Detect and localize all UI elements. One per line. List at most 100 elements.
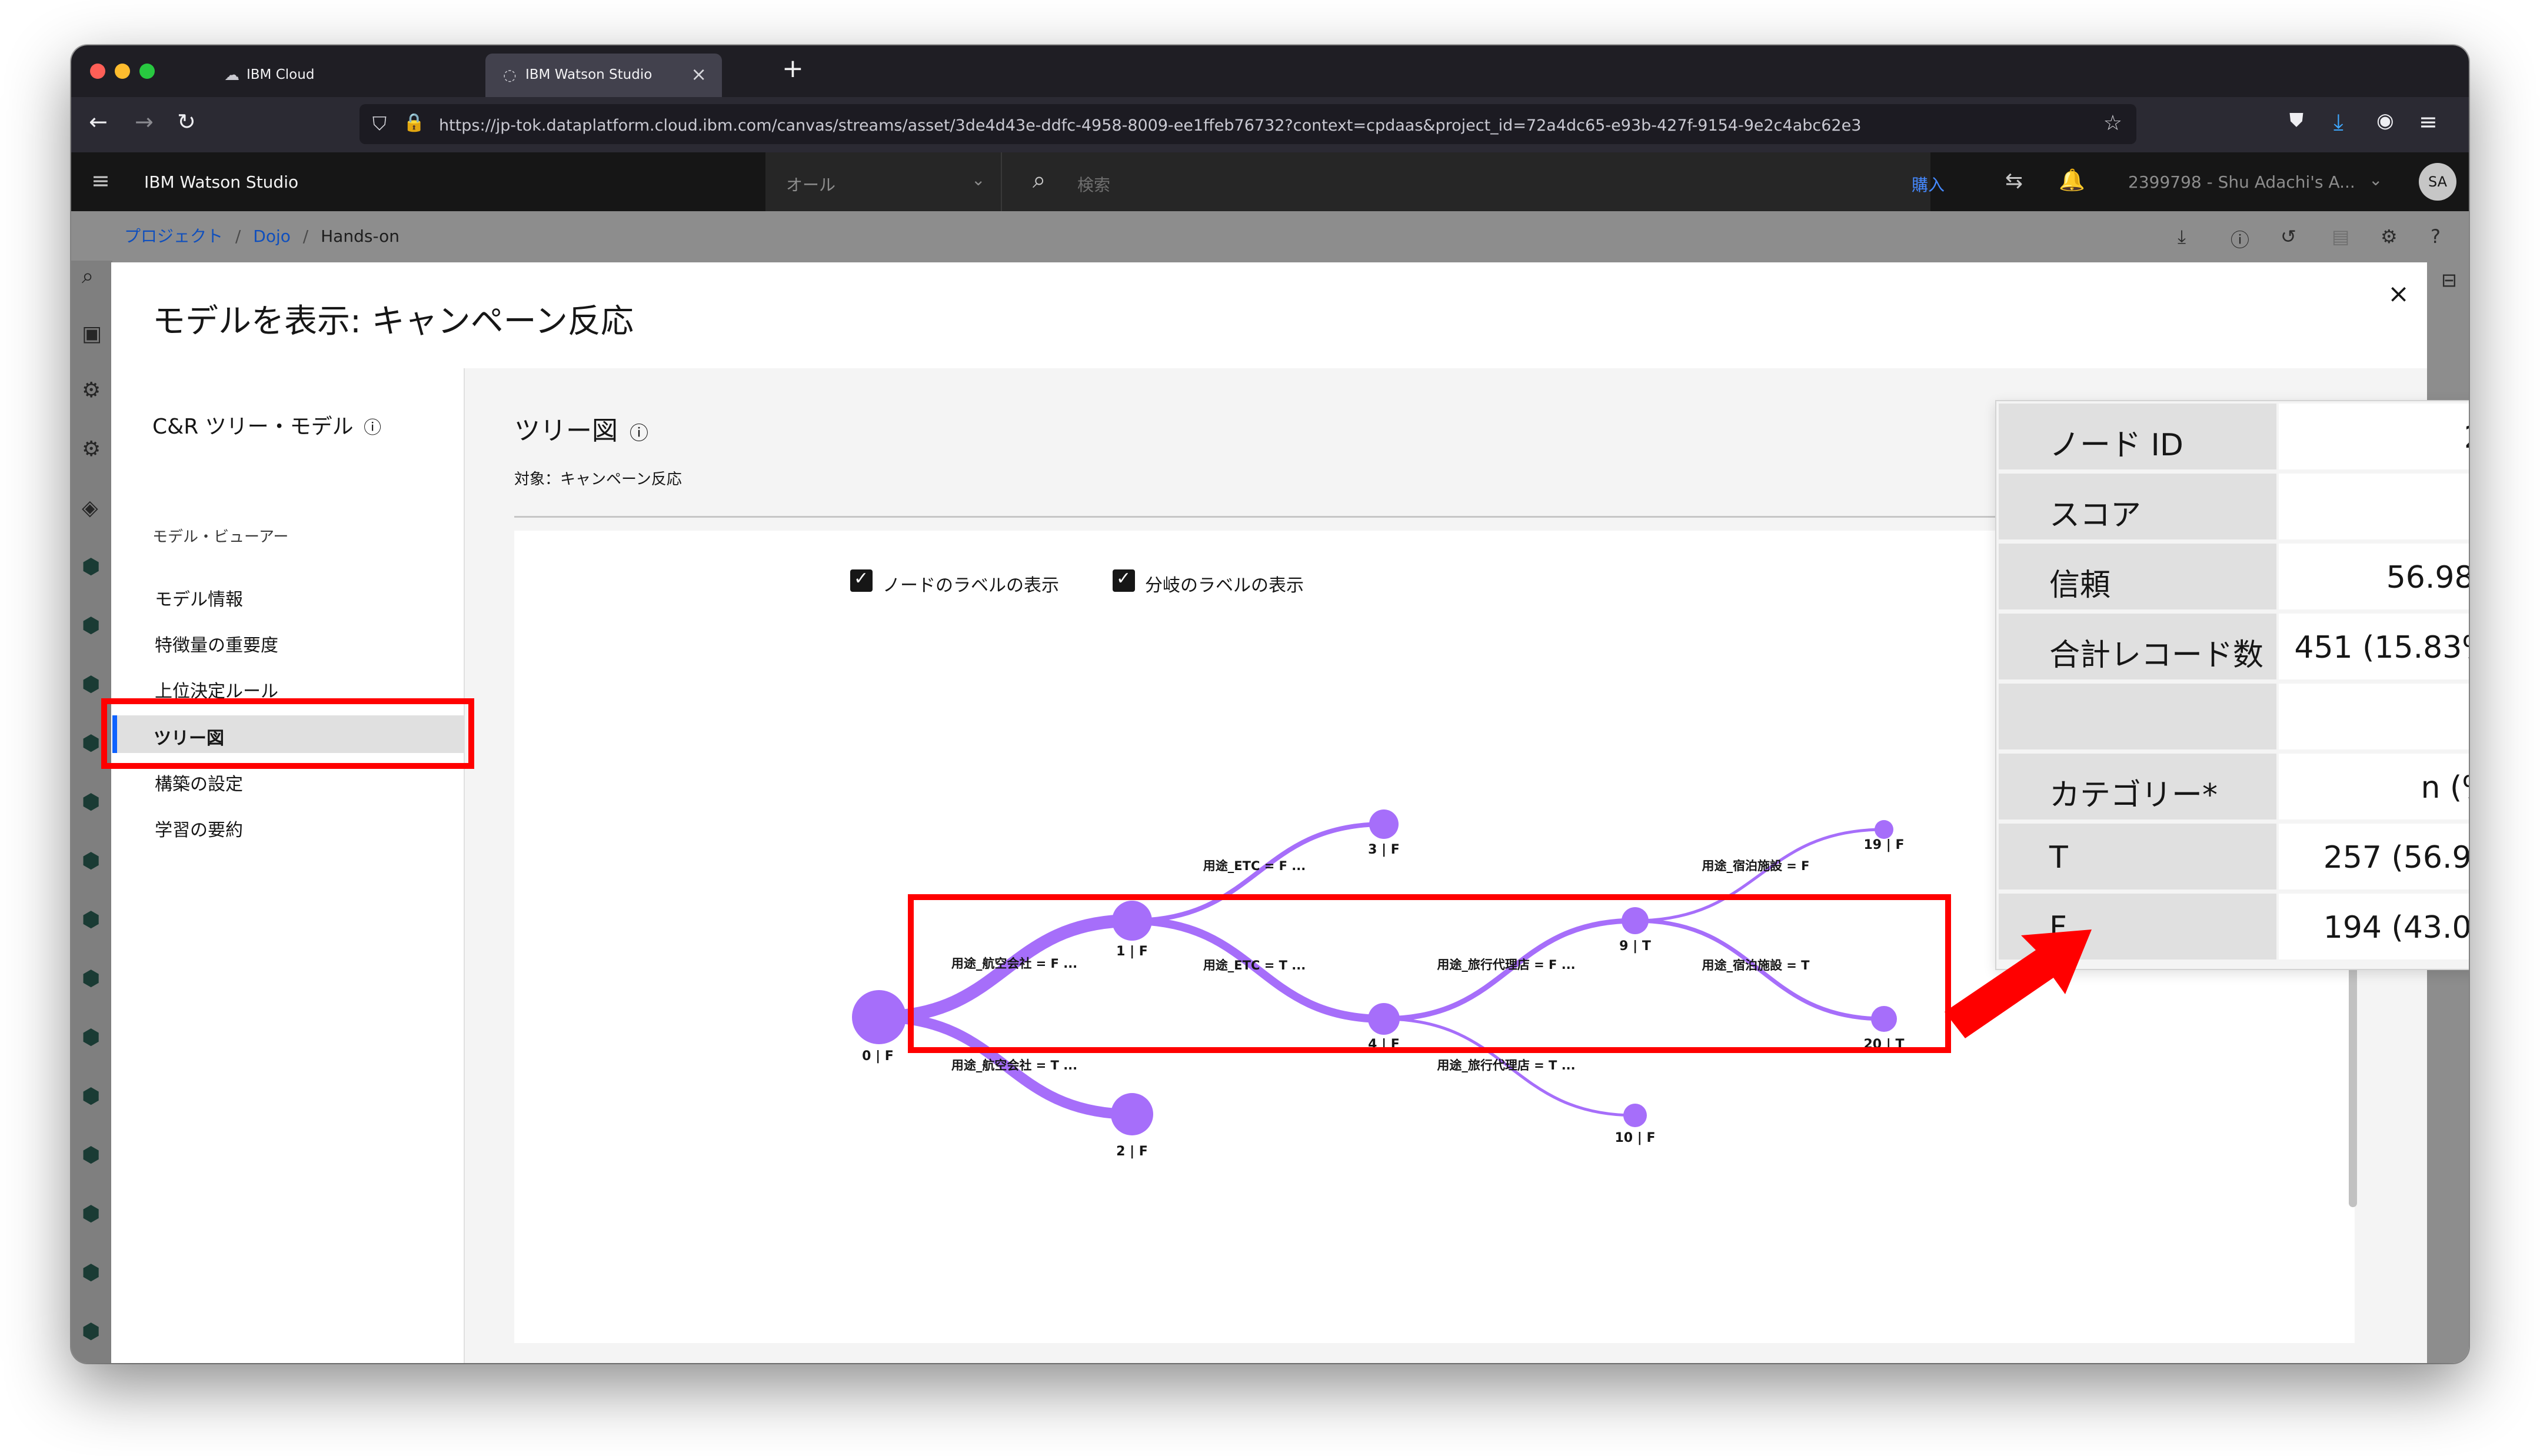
node-label: 1 | F	[1116, 944, 1148, 959]
branch-label: 用途_旅行代理店 = F ...	[1437, 958, 1575, 972]
nav-item-tree-diagram[interactable]: ツリー図	[112, 715, 464, 753]
model-node-icon[interactable]: ⬢	[82, 1202, 100, 1226]
comment-icon[interactable]: ▤	[2332, 225, 2349, 248]
detail-row: カテゴリー* n (%)	[1996, 751, 2469, 821]
avatar[interactable]: SA	[2419, 163, 2456, 201]
nav-item-build-settings[interactable]: 構築の設定	[115, 761, 462, 799]
scope-dropdown[interactable]: オール	[786, 172, 835, 196]
tree-branch	[1634, 828, 1885, 922]
detail-row: ノード ID 20	[1996, 401, 2469, 471]
model-node-icon[interactable]: ⬢	[82, 849, 100, 873]
search-input[interactable]: 検索	[1077, 172, 1110, 196]
notification-bell-icon[interactable]: 🔔	[2059, 168, 2085, 192]
breadcrumb-project[interactable]: プロジェクト	[124, 226, 223, 246]
section-subtitle: 対象：キャンペーン反応	[514, 471, 682, 488]
tree-node[interactable]	[852, 990, 906, 1044]
back-icon[interactable]: ←	[89, 109, 108, 135]
model-node-icon[interactable]: ⬢	[82, 967, 100, 991]
info-icon[interactable]: ⓘ	[364, 418, 381, 438]
bookmark-star-icon[interactable]: ☆	[2103, 111, 2122, 135]
node-label: 19 | F	[1864, 838, 1905, 852]
help-icon[interactable]: ?	[2431, 225, 2441, 248]
node-label: 20 | T	[1864, 1037, 1905, 1052]
nav-item-training-summary[interactable]: 学習の要約	[115, 807, 462, 845]
search-icon: ⌕	[1033, 166, 1046, 194]
close-tab-icon[interactable]: ×	[691, 63, 707, 85]
detail-row: T 257 (56.98)	[1996, 821, 2469, 891]
panel-icon[interactable]: ⊟	[2441, 269, 2457, 291]
breadcrumb-current: Hands-on	[321, 226, 400, 246]
reload-icon[interactable]: ↻	[177, 109, 196, 135]
branch-label: 用途_ETC = T ...	[1203, 958, 1306, 972]
branch-label: 用途_航空会社 = F ...	[951, 957, 1077, 971]
info-icon[interactable]: ⓘ	[630, 422, 648, 444]
model-node-icon[interactable]: ⬢	[82, 908, 100, 932]
nav-item-model-info[interactable]: モデル情報	[115, 577, 462, 614]
tree-node[interactable]	[1871, 1006, 1897, 1032]
model-node-icon[interactable]: ⬢	[82, 1320, 100, 1344]
tree-node[interactable]	[1111, 1093, 1153, 1135]
hamburger-menu-icon[interactable]: ≡	[91, 168, 110, 194]
model-node-icon[interactable]: ⬢	[82, 731, 100, 755]
branch-label: 用途_宿泊施設 = F	[1702, 859, 1809, 873]
breadcrumb-dojo[interactable]: Dojo	[253, 226, 291, 246]
nav-subtitle: モデル・ビューアー	[152, 528, 289, 546]
search-icon[interactable]: ⌕	[82, 264, 94, 289]
tree-node[interactable]	[1622, 907, 1649, 934]
model-node-icon[interactable]: ⬢	[82, 1025, 100, 1049]
settings-icon[interactable]: ⚙	[82, 437, 101, 461]
model-node-icon[interactable]: ⬢	[82, 1084, 100, 1108]
detail-row	[1996, 681, 2469, 751]
nav-item-top-rules[interactable]: 上位決定ルール	[115, 668, 462, 706]
left-rail: ⌕ ▣ ⚙ ⚙ ◈ ⬢ ⬢ ⬢ ⬢ ⬢ ⬢ ⬢ ⬢ ⬢ ⬢ ⬢ ⬢ ⬢ ⬢	[71, 261, 112, 1363]
modal-title: モデルを表示: キャンペーン反応	[152, 302, 634, 341]
cloud-icon: ☁	[224, 66, 239, 84]
model-node-icon[interactable]: ⬢	[82, 672, 100, 697]
info-icon[interactable]: ⓘ	[2231, 225, 2249, 252]
address-bar[interactable]: ⛉ 🔒 https://jp-tok.dataplatform.cloud.ib…	[359, 104, 2136, 144]
account-switcher[interactable]: 2399798 - Shu Adachi's A...	[2128, 172, 2355, 192]
nav-item-feature-importance[interactable]: 特徴量の重要度	[115, 622, 462, 660]
section-title: ツリー図 ⓘ	[514, 416, 649, 446]
buy-link[interactable]: 購入	[1912, 172, 1945, 196]
divider	[514, 516, 2020, 518]
tree-node[interactable]	[1369, 809, 1399, 839]
new-tab-button[interactable]: +	[782, 54, 804, 84]
settings-icon[interactable]: ⚙	[82, 378, 101, 402]
node-palette-icon[interactable]: ▣	[82, 322, 102, 346]
signpost-icon[interactable]: ⇆	[2005, 169, 2023, 193]
model-node-icon[interactable]: ⬢	[82, 790, 100, 814]
download-icon[interactable]: ⤓	[2333, 109, 2343, 135]
app-name: IBM Watson Studio	[144, 172, 299, 192]
model-gem-icon[interactable]: ◈	[82, 496, 98, 520]
model-node-icon[interactable]: ⬢	[82, 614, 100, 638]
breadcrumb: プロジェクト / Dojo / Hands-on	[124, 226, 400, 246]
model-node-icon[interactable]: ⬢	[82, 1261, 100, 1285]
shield-icon: ⛉	[372, 112, 387, 135]
close-window-button[interactable]	[90, 64, 105, 79]
maximize-window-button[interactable]	[139, 64, 155, 79]
extension-icon[interactable]: ◉	[2376, 109, 2394, 132]
minimize-window-button[interactable]	[115, 64, 130, 79]
tab-watson-studio[interactable]: ◌ IBM Watson Studio ×	[485, 54, 722, 97]
tree-node[interactable]	[1623, 1104, 1647, 1127]
settings-icon[interactable]: ⚙	[2381, 225, 2398, 248]
tree-node[interactable]	[1875, 820, 1893, 839]
history-icon[interactable]: ↺	[2281, 225, 2296, 248]
tree-node[interactable]	[1368, 1003, 1400, 1035]
close-modal-button[interactable]: ×	[2388, 279, 2409, 309]
download-icon[interactable]: ⤓	[2178, 225, 2186, 248]
lock-icon: 🔒	[403, 112, 425, 133]
model-node-icon[interactable]: ⬢	[82, 555, 100, 579]
node-label: 4 | F	[1368, 1037, 1400, 1052]
pocket-icon[interactable]: ⛊	[2289, 109, 2303, 132]
model-node-icon[interactable]: ⬢	[82, 1143, 100, 1167]
node-label: 0 | F	[862, 1049, 894, 1064]
tree-node[interactable]	[1112, 901, 1152, 941]
forward-icon[interactable]: →	[135, 109, 154, 135]
annotation-arrow	[1945, 929, 2092, 1038]
menu-icon[interactable]: ≡	[2419, 109, 2438, 135]
browser-toolbar: ← → ↻ ⛉ 🔒 https://jp-tok.dataplatform.cl…	[71, 97, 2469, 152]
url-text: https://jp-tok.dataplatform.cloud.ibm.co…	[439, 116, 1862, 135]
node-label: 3 | F	[1368, 842, 1400, 857]
